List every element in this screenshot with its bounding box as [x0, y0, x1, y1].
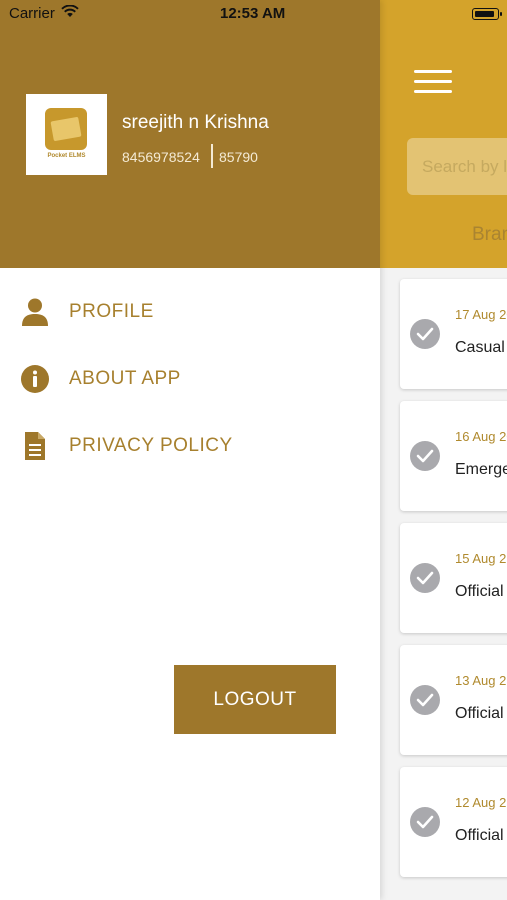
menu-item-privacy-policy[interactable]: PRIVACY POLICY	[0, 421, 380, 471]
menu-item-profile[interactable]: PROFILE	[0, 287, 380, 337]
envelope-icon	[45, 108, 87, 150]
search-input[interactable]: Search by l	[407, 138, 507, 195]
status-bar: Carrier 12:53 AM	[0, 0, 507, 28]
app-header: Search by l Bran	[380, 0, 507, 268]
drawer-header: Pocket ELMS sreejith n Krishna 845697852…	[0, 0, 380, 268]
check-circle-icon	[410, 319, 440, 349]
divider	[211, 144, 213, 168]
user-name: sreejith n Krishna	[122, 112, 269, 133]
status-time: 12:53 AM	[220, 5, 286, 22]
card-type: Official	[455, 827, 504, 844]
card-type: Official	[455, 705, 504, 722]
logout-button[interactable]: LOGOUT	[174, 665, 336, 734]
leave-card[interactable]: 12 Aug 2 Official	[400, 767, 507, 877]
user-phone: 8456978524	[122, 149, 200, 165]
document-icon	[25, 432, 45, 460]
wifi-icon	[61, 5, 79, 17]
card-type: Casual	[455, 339, 505, 356]
person-icon	[22, 298, 48, 326]
menu-item-about-app[interactable]: ABOUT APP	[0, 354, 380, 404]
menu-item-label: PRIVACY POLICY	[69, 435, 233, 456]
user-id: 85790	[219, 149, 258, 165]
card-date: 13 Aug 2	[455, 673, 507, 688]
card-date: 12 Aug 2	[455, 795, 507, 810]
card-type: Official	[455, 583, 504, 600]
leave-card[interactable]: 15 Aug 2 Official	[400, 523, 507, 633]
navigation-drawer: Pocket ELMS sreejith n Krishna 845697852…	[0, 0, 380, 900]
background-screen: Search by l Bran 17 Aug 20 Casual 16 Aug…	[380, 0, 507, 900]
check-circle-icon	[410, 441, 440, 471]
menu-item-label: ABOUT APP	[69, 368, 181, 389]
check-circle-icon	[410, 807, 440, 837]
app-logo: Pocket ELMS	[26, 94, 107, 175]
card-date: 17 Aug 20	[455, 307, 507, 322]
check-circle-icon	[410, 685, 440, 715]
menu-item-label: PROFILE	[69, 301, 154, 322]
leave-card[interactable]: 17 Aug 20 Casual	[400, 279, 507, 389]
check-circle-icon	[410, 563, 440, 593]
logo-caption: Pocket ELMS	[47, 153, 86, 159]
tab-branch[interactable]: Bran	[472, 224, 507, 246]
info-icon	[21, 365, 49, 393]
leave-card[interactable]: 16 Aug 20 Emerge	[400, 401, 507, 511]
card-date: 15 Aug 2	[455, 551, 507, 566]
hamburger-menu-icon[interactable]	[414, 70, 452, 94]
leave-card[interactable]: 13 Aug 2 Official	[400, 645, 507, 755]
carrier-label: Carrier	[9, 5, 55, 22]
card-date: 16 Aug 20	[455, 429, 507, 444]
card-type: Emerge	[455, 461, 507, 478]
